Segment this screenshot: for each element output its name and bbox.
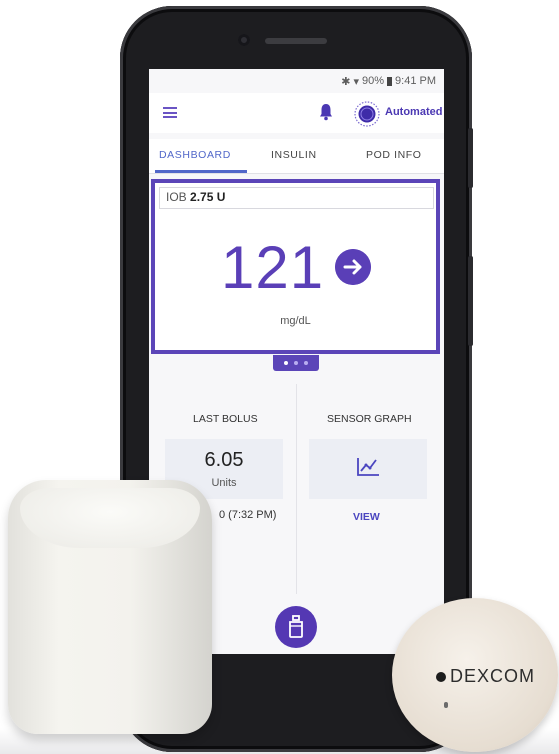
tab-bar: DASHBOARD INSULIN POD INFO (149, 139, 444, 174)
glucose-unit: mg/dL (280, 315, 311, 327)
sensor-graph-title: SENSOR GRAPH (327, 413, 412, 425)
status-bar: ✱ ▾ 90% 9:41 PM (341, 71, 436, 91)
front-camera (238, 34, 250, 46)
sensor-brand: DEXCOM (450, 666, 536, 686)
page-dot (304, 361, 308, 365)
dexcom-sensor-device: DEXCOM (392, 598, 558, 752)
tab-insulin[interactable]: INSULIN (271, 149, 317, 161)
bluetooth-icon: ✱ (341, 75, 351, 88)
glucose-card[interactable]: IOB 2.75 U 121 mg/dL (151, 179, 440, 354)
earpiece-speaker (265, 38, 327, 44)
wifi-icon: ▾ (353, 75, 359, 88)
phone-side-button (468, 128, 473, 188)
sensor-logo-dot (436, 672, 446, 682)
clock: 9:41 PM (395, 75, 436, 87)
tab-dashboard[interactable]: DASHBOARD (159, 149, 231, 161)
sensor-indicator (444, 702, 448, 708)
bolus-time: 0 (7:32 PM) (219, 509, 277, 521)
last-bolus-title: LAST BOLUS (193, 413, 258, 425)
bell-icon[interactable] (319, 103, 333, 121)
pod-action-button[interactable] (275, 606, 317, 648)
iob-label: IOB (166, 190, 187, 204)
active-tab-indicator (155, 170, 247, 173)
automated-mode-icon[interactable] (354, 101, 380, 127)
page-dot (284, 361, 288, 365)
battery-percent: 90% (362, 75, 385, 87)
page-indicator[interactable] (273, 355, 319, 371)
iob-bar: IOB 2.75 U (159, 187, 434, 209)
column-divider (296, 384, 297, 594)
hamburger-menu-icon[interactable] (163, 107, 177, 118)
mode-label[interactable]: Automated (385, 106, 442, 118)
insulin-pod-device (8, 480, 212, 734)
line-graph-icon (357, 458, 379, 476)
tab-pod-info[interactable]: POD INFO (366, 149, 422, 161)
battery-icon (387, 76, 393, 86)
sensor-graph-card[interactable] (309, 439, 427, 499)
pod-icon (289, 615, 303, 638)
view-graph-link[interactable]: VIEW (353, 511, 380, 523)
page-dot (294, 361, 298, 365)
trend-arrow-icon (335, 249, 371, 285)
pod-top-surface (20, 488, 200, 548)
glucose-value: 121 (221, 234, 325, 301)
iob-value: 2.75 U (190, 190, 226, 204)
app-header: Automated (149, 93, 444, 133)
phone-volume-button (468, 256, 473, 346)
bolus-value: 6.05 (204, 449, 244, 471)
